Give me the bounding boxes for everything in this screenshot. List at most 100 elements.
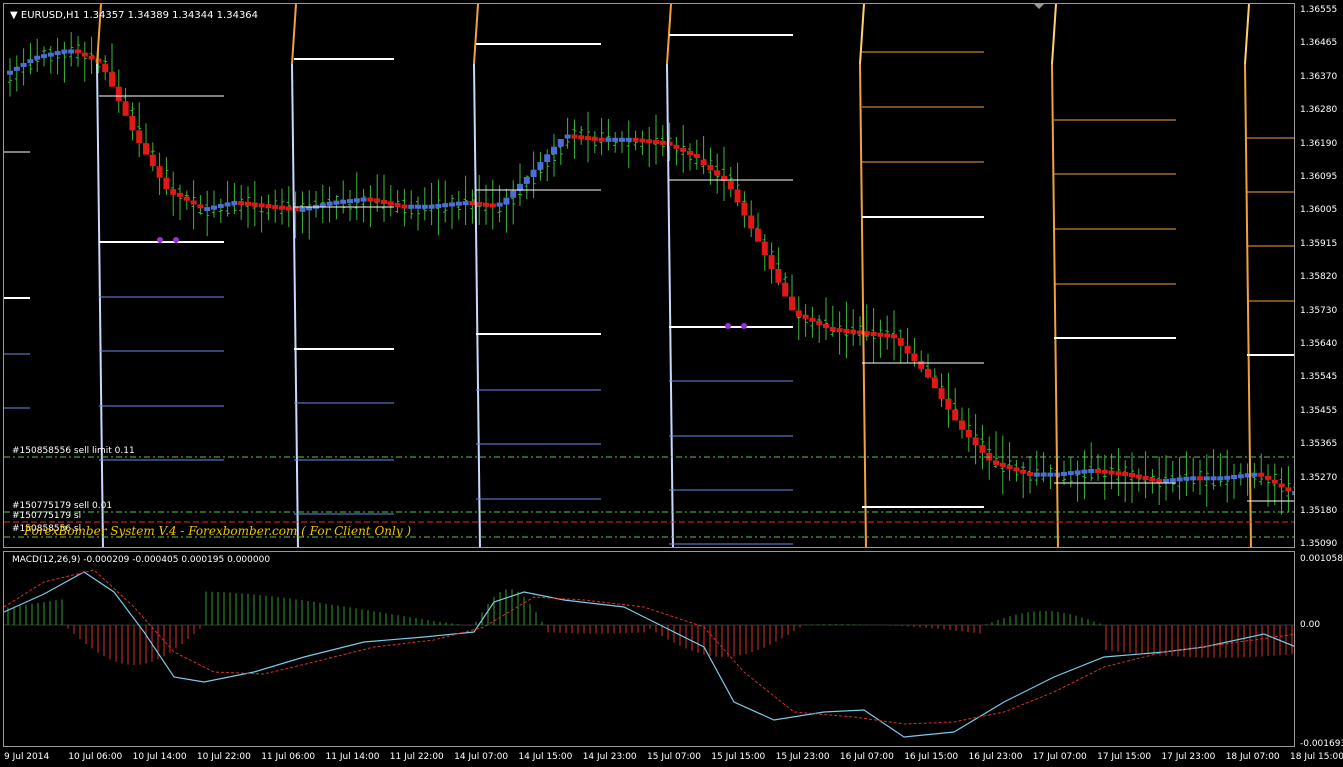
symbol-title-text: EURUSD,H1 1.34357 1.34389 1.34344 1.3436… <box>20 10 259 21</box>
order-label-sell-limit[interactable]: #150858556 sell limit 0.11 <box>12 446 135 456</box>
order-label-sell[interactable]: #150775179 sell 0.01 <box>12 501 112 511</box>
bear-bar <box>911 353 918 362</box>
bear-bar <box>1006 465 1013 470</box>
bear-bar <box>897 338 904 346</box>
bear-bar <box>700 159 707 165</box>
time-axis-label: 17 Jul 23:00 <box>1161 752 1216 762</box>
bull-bar <box>1047 472 1054 477</box>
time-axis-label: 11 Jul 06:00 <box>261 752 316 762</box>
bear-bar <box>1135 474 1142 479</box>
bear-bar <box>823 323 829 328</box>
bull-bar <box>421 204 428 209</box>
bull-bar <box>1237 474 1244 479</box>
bull-bar <box>564 134 571 139</box>
time-axis-label: 16 Jul 23:00 <box>968 752 1023 762</box>
bear-bar <box>571 134 578 139</box>
time-axis-label: 14 Jul 15:00 <box>518 752 573 762</box>
time-axis-label: 9 Jul 2014 <box>4 752 50 762</box>
bear-bar <box>149 154 156 167</box>
pivot-spike <box>859 63 867 547</box>
time-axis-label: 18 Jul 07:00 <box>1225 752 1280 762</box>
time-axis-label: 15 Jul 23:00 <box>775 752 830 762</box>
time-axis-label: 16 Jul 07:00 <box>839 752 894 762</box>
bull-bar <box>1074 470 1081 475</box>
bear-bar <box>789 296 795 311</box>
bear-bar <box>727 181 734 190</box>
bear-bar <box>931 377 938 389</box>
bear-bar <box>136 130 143 144</box>
bull-bar <box>326 201 333 206</box>
bear-bar <box>1265 475 1271 480</box>
price-axis-label: 1.35090 <box>1300 539 1338 550</box>
price-chart-pane[interactable]: ▼ EURUSD,H1 1.34357 1.34389 1.34344 1.34… <box>3 3 1295 548</box>
bear-bar <box>748 215 755 229</box>
mt4-chart-window: ▼ EURUSD,H1 1.34357 1.34389 1.34344 1.34… <box>0 0 1343 767</box>
bear-bar <box>190 200 197 205</box>
scroll-marker-icon <box>1034 4 1044 9</box>
bull-bar <box>27 59 34 64</box>
bear-bar <box>1122 472 1129 477</box>
pivot-spike <box>1051 4 1057 65</box>
bull-bar <box>1183 476 1190 481</box>
bull-bar <box>1292 491 1294 496</box>
bull-bar <box>455 201 462 206</box>
bear-bar <box>387 201 394 206</box>
bear-bar <box>265 204 272 209</box>
bear-bar <box>884 333 891 338</box>
bear-bar <box>891 334 897 339</box>
macd-pane[interactable]: MACD(12,26,9) -0.000209 -0.000405 0.0001… <box>3 551 1295 747</box>
bull-bar <box>211 205 217 210</box>
bear-bar <box>782 282 789 297</box>
bear-bar <box>1271 479 1278 484</box>
bull-bar <box>1176 477 1183 482</box>
bear-bar <box>999 462 1006 467</box>
bear-bar <box>687 150 693 155</box>
bear-bar <box>653 140 659 145</box>
signal-dot <box>725 323 731 329</box>
bull-bar <box>1061 471 1067 476</box>
bull-bar <box>605 137 612 142</box>
time-axis-label: 14 Jul 07:00 <box>454 752 509 762</box>
bear-bar <box>245 201 251 206</box>
bull-bar <box>435 203 442 208</box>
time-axis-label: 18 Jul 15:00 <box>1290 752 1343 762</box>
bear-bar <box>251 202 258 207</box>
price-axis-label: 1.35365 <box>1300 439 1338 450</box>
bull-bar <box>347 199 353 204</box>
bull-bar <box>1224 475 1231 480</box>
bear-bar <box>775 268 782 283</box>
bear-bar <box>972 437 979 446</box>
time-axis-label: 11 Jul 22:00 <box>389 752 444 762</box>
bear-bar <box>1013 467 1020 472</box>
bear-bar <box>857 330 863 335</box>
bull-bar <box>1203 476 1210 481</box>
bull-bar <box>41 54 47 59</box>
bear-bar <box>863 331 870 336</box>
bear-bar <box>156 166 163 178</box>
bear-bar <box>367 197 374 202</box>
macd-canvas <box>4 569 1294 738</box>
price-axis: 1.36555 1.36465 1.36370 1.36280 1.36190 1.360… <box>1296 3 1343 550</box>
macd-axis-label: 0.00 <box>1300 620 1321 630</box>
bear-bar <box>163 177 170 190</box>
bear-bar <box>1149 477 1156 482</box>
time-axis-label: 14 Jul 23:00 <box>582 752 637 762</box>
bear-bar <box>646 139 653 144</box>
dropdown-arrow-icon[interactable]: ▼ <box>10 10 18 21</box>
bull-bar <box>1081 469 1088 474</box>
order-label-sl-1[interactable]: #150775179 sl <box>12 511 81 521</box>
bear-bar <box>734 189 741 203</box>
pivot-spike <box>96 63 104 547</box>
price-axis-label: 1.36005 <box>1300 205 1338 216</box>
bull-bar <box>537 162 544 170</box>
price-axis-label: 1.36095 <box>1300 172 1338 182</box>
bear-bar <box>1027 472 1033 477</box>
bear-bar <box>761 241 768 256</box>
bull-bar <box>557 139 564 147</box>
bear-bar <box>755 228 761 242</box>
price-axis-label: 1.35640 <box>1300 339 1338 349</box>
macd-axis: 0.001058 0.00 -0.001693 <box>1296 551 1343 749</box>
macd-main-line <box>4 571 1294 738</box>
bear-bar <box>591 136 598 141</box>
signal-dot <box>741 323 747 329</box>
